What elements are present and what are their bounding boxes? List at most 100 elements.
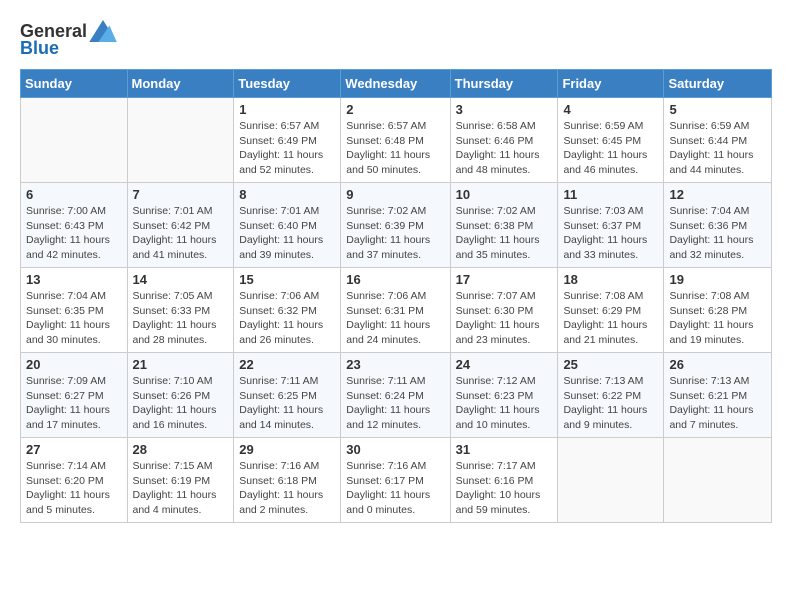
day-number: 15	[239, 272, 335, 287]
day-info: Sunrise: 7:10 AMSunset: 6:26 PMDaylight:…	[133, 374, 229, 433]
day-number: 2	[346, 102, 444, 117]
header-wednesday: Wednesday	[341, 70, 450, 98]
calendar-cell: 5 Sunrise: 6:59 AMSunset: 6:44 PMDaylight…	[664, 98, 772, 183]
day-number: 21	[133, 357, 229, 372]
calendar-cell	[127, 98, 234, 183]
calendar-cell: 18 Sunrise: 7:08 AMSunset: 6:29 PMDayligh…	[558, 268, 664, 353]
calendar-cell: 24 Sunrise: 7:12 AMSunset: 6:23 PMDayligh…	[450, 353, 558, 438]
day-number: 16	[346, 272, 444, 287]
logo: General Blue	[20, 20, 117, 59]
week-row-2: 6 Sunrise: 7:00 AMSunset: 6:43 PMDaylight…	[21, 183, 772, 268]
calendar-cell: 17Sunrise: 7:07 AMSunset: 6:30 PMDayligh…	[450, 268, 558, 353]
day-number: 19	[669, 272, 766, 287]
logo-icon	[89, 20, 117, 42]
day-number: 3	[456, 102, 553, 117]
day-info: Sunrise: 6:57 AMSunset: 6:49 PMDaylight:…	[239, 119, 335, 178]
day-info: Sunrise: 7:02 AMSunset: 6:38 PMDaylight:…	[456, 204, 553, 263]
calendar-cell: 31 Sunrise: 7:17 AMSunset: 6:16 PMDayligh…	[450, 438, 558, 523]
day-info: Sunrise: 7:11 AMSunset: 6:25 PMDaylight:…	[239, 374, 335, 433]
calendar-cell: 9Sunrise: 7:02 AMSunset: 6:39 PMDaylight…	[341, 183, 450, 268]
day-info: Sunrise: 7:08 AMSunset: 6:28 PMDaylight:…	[669, 289, 766, 348]
calendar: SundayMondayTuesdayWednesdayThursdayFrid…	[20, 69, 772, 523]
calendar-cell: 25 Sunrise: 7:13 AMSunset: 6:22 PMDayligh…	[558, 353, 664, 438]
day-number: 25	[563, 357, 658, 372]
day-number: 22	[239, 357, 335, 372]
day-number: 29	[239, 442, 335, 457]
day-number: 4	[563, 102, 658, 117]
day-info: Sunrise: 7:04 AMSunset: 6:35 PMDaylight:…	[26, 289, 122, 348]
day-number: 24	[456, 357, 553, 372]
day-number: 30	[346, 442, 444, 457]
calendar-cell	[21, 98, 128, 183]
week-row-1: 1Sunrise: 6:57 AMSunset: 6:49 PMDaylight…	[21, 98, 772, 183]
day-info: Sunrise: 7:04 AMSunset: 6:36 PMDaylight:…	[669, 204, 766, 263]
calendar-header-row: SundayMondayTuesdayWednesdayThursdayFrid…	[21, 70, 772, 98]
day-number: 11	[563, 187, 658, 202]
calendar-cell: 8 Sunrise: 7:01 AMSunset: 6:40 PMDaylight…	[234, 183, 341, 268]
day-number: 23	[346, 357, 444, 372]
day-info: Sunrise: 7:06 AMSunset: 6:31 PMDaylight:…	[346, 289, 444, 348]
day-number: 18	[563, 272, 658, 287]
calendar-cell: 11 Sunrise: 7:03 AMSunset: 6:37 PMDayligh…	[558, 183, 664, 268]
header-thursday: Thursday	[450, 70, 558, 98]
week-row-4: 20 Sunrise: 7:09 AMSunset: 6:27 PMDayligh…	[21, 353, 772, 438]
calendar-cell: 15 Sunrise: 7:06 AMSunset: 6:32 PMDayligh…	[234, 268, 341, 353]
calendar-cell: 2 Sunrise: 6:57 AMSunset: 6:48 PMDaylight…	[341, 98, 450, 183]
header-tuesday: Tuesday	[234, 70, 341, 98]
day-info: Sunrise: 7:05 AMSunset: 6:33 PMDaylight:…	[133, 289, 229, 348]
day-info: Sunrise: 7:13 AMSunset: 6:22 PMDaylight:…	[563, 374, 658, 433]
day-info: Sunrise: 7:06 AMSunset: 6:32 PMDaylight:…	[239, 289, 335, 348]
day-number: 5	[669, 102, 766, 117]
calendar-cell: 12Sunrise: 7:04 AMSunset: 6:36 PMDayligh…	[664, 183, 772, 268]
calendar-cell: 29Sunrise: 7:16 AMSunset: 6:18 PMDayligh…	[234, 438, 341, 523]
day-info: Sunrise: 7:12 AMSunset: 6:23 PMDaylight:…	[456, 374, 553, 433]
day-info: Sunrise: 6:57 AMSunset: 6:48 PMDaylight:…	[346, 119, 444, 178]
day-info: Sunrise: 7:09 AMSunset: 6:27 PMDaylight:…	[26, 374, 122, 433]
day-info: Sunrise: 7:13 AMSunset: 6:21 PMDaylight:…	[669, 374, 766, 433]
day-info: Sunrise: 7:08 AMSunset: 6:29 PMDaylight:…	[563, 289, 658, 348]
calendar-cell: 30 Sunrise: 7:16 AMSunset: 6:17 PMDayligh…	[341, 438, 450, 523]
calendar-cell: 19 Sunrise: 7:08 AMSunset: 6:28 PMDayligh…	[664, 268, 772, 353]
day-info: Sunrise: 7:14 AMSunset: 6:20 PMDaylight:…	[26, 459, 122, 518]
calendar-cell: 28 Sunrise: 7:15 AMSunset: 6:19 PMDayligh…	[127, 438, 234, 523]
day-info: Sunrise: 7:01 AMSunset: 6:40 PMDaylight:…	[239, 204, 335, 263]
calendar-cell: 20 Sunrise: 7:09 AMSunset: 6:27 PMDayligh…	[21, 353, 128, 438]
day-info: Sunrise: 6:59 AMSunset: 6:45 PMDaylight:…	[563, 119, 658, 178]
calendar-cell: 16 Sunrise: 7:06 AMSunset: 6:31 PMDayligh…	[341, 268, 450, 353]
day-info: Sunrise: 7:01 AMSunset: 6:42 PMDaylight:…	[133, 204, 229, 263]
day-info: Sunrise: 7:16 AMSunset: 6:17 PMDaylight:…	[346, 459, 444, 518]
day-number: 17	[456, 272, 553, 287]
week-row-3: 13 Sunrise: 7:04 AMSunset: 6:35 PMDayligh…	[21, 268, 772, 353]
day-number: 20	[26, 357, 122, 372]
header-sunday: Sunday	[21, 70, 128, 98]
day-number: 6	[26, 187, 122, 202]
day-info: Sunrise: 7:11 AMSunset: 6:24 PMDaylight:…	[346, 374, 444, 433]
header-monday: Monday	[127, 70, 234, 98]
calendar-cell: 10 Sunrise: 7:02 AMSunset: 6:38 PMDayligh…	[450, 183, 558, 268]
day-number: 13	[26, 272, 122, 287]
day-number: 31	[456, 442, 553, 457]
calendar-cell: 13 Sunrise: 7:04 AMSunset: 6:35 PMDayligh…	[21, 268, 128, 353]
day-info: Sunrise: 7:03 AMSunset: 6:37 PMDaylight:…	[563, 204, 658, 263]
calendar-cell: 3 Sunrise: 6:58 AMSunset: 6:46 PMDaylight…	[450, 98, 558, 183]
calendar-cell	[664, 438, 772, 523]
header-saturday: Saturday	[664, 70, 772, 98]
calendar-cell	[558, 438, 664, 523]
day-info: Sunrise: 6:58 AMSunset: 6:46 PMDaylight:…	[456, 119, 553, 178]
day-info: Sunrise: 7:15 AMSunset: 6:19 PMDaylight:…	[133, 459, 229, 518]
day-info: Sunrise: 7:02 AMSunset: 6:39 PMDaylight:…	[346, 204, 444, 263]
week-row-5: 27Sunrise: 7:14 AMSunset: 6:20 PMDayligh…	[21, 438, 772, 523]
day-info: Sunrise: 7:17 AMSunset: 6:16 PMDaylight:…	[456, 459, 553, 518]
day-info: Sunrise: 6:59 AMSunset: 6:44 PMDaylight:…	[669, 119, 766, 178]
calendar-cell: 7Sunrise: 7:01 AMSunset: 6:42 PMDaylight…	[127, 183, 234, 268]
calendar-cell: 6 Sunrise: 7:00 AMSunset: 6:43 PMDaylight…	[21, 183, 128, 268]
calendar-cell: 27Sunrise: 7:14 AMSunset: 6:20 PMDayligh…	[21, 438, 128, 523]
page-header: General Blue	[20, 20, 772, 59]
day-info: Sunrise: 7:00 AMSunset: 6:43 PMDaylight:…	[26, 204, 122, 263]
day-number: 28	[133, 442, 229, 457]
day-number: 26	[669, 357, 766, 372]
day-number: 10	[456, 187, 553, 202]
calendar-cell: 21 Sunrise: 7:10 AMSunset: 6:26 PMDayligh…	[127, 353, 234, 438]
calendar-cell: 23 Sunrise: 7:11 AMSunset: 6:24 PMDayligh…	[341, 353, 450, 438]
day-number: 8	[239, 187, 335, 202]
